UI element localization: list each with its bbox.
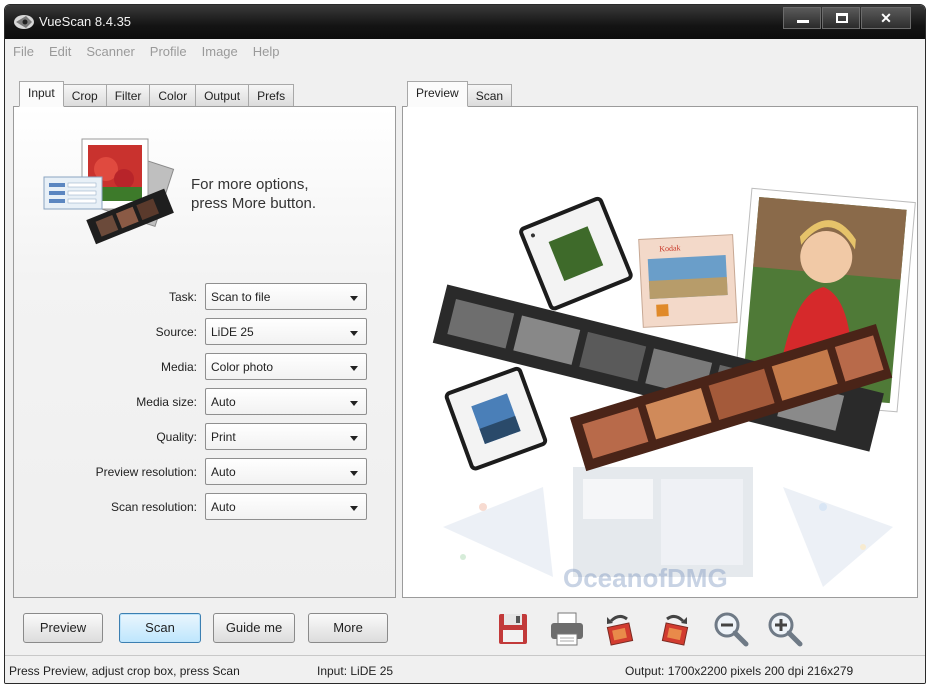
chevron-down-icon — [350, 471, 358, 476]
tab-output[interactable]: Output — [195, 84, 250, 106]
tab-crop[interactable]: Crop — [62, 84, 107, 106]
preview-resolution-label: Preview resolution: — [95, 465, 197, 479]
print-icon[interactable] — [547, 609, 587, 649]
maximize-icon — [836, 13, 848, 23]
rotate-left-icon[interactable] — [599, 609, 639, 649]
rotate-right-icon[interactable] — [655, 609, 695, 649]
chevron-down-icon — [350, 331, 358, 336]
chevron-down-icon — [350, 401, 358, 406]
source-select[interactable]: LiDE 25 — [205, 318, 367, 345]
zoom-in-icon[interactable] — [765, 609, 805, 649]
scan-resolution-select[interactable]: Auto — [205, 493, 367, 520]
tab-preview[interactable]: Preview — [407, 81, 468, 107]
more-options-hint: For more options, press More button. — [191, 175, 316, 213]
close-button[interactable]: ✕ — [861, 7, 911, 29]
chevron-down-icon — [350, 296, 358, 301]
more-button[interactable]: More — [308, 613, 388, 643]
media-row: Media: Color photo — [14, 353, 397, 381]
media-size-value: Auto — [211, 395, 236, 409]
slide-venice — [444, 366, 548, 471]
right-tab-strip: Preview Scan — [407, 81, 513, 107]
tab-prefs[interactable]: Prefs — [248, 84, 295, 106]
menu-edit[interactable]: Edit — [49, 39, 71, 65]
chevron-down-icon — [350, 506, 358, 511]
watermark-text: OceanofDMG — [563, 563, 728, 593]
hint-line-1: For more options, — [191, 176, 309, 193]
tab-scan[interactable]: Scan — [466, 84, 513, 106]
task-select[interactable]: Scan to file — [205, 283, 367, 310]
slide-forest — [519, 196, 633, 311]
media-value: Color photo — [211, 360, 274, 374]
scan-resolution-row: Scan resolution: Auto — [14, 493, 397, 521]
task-label: Task: — [168, 290, 197, 304]
app-window: VueScan 8.4.35 ✕ File Edit Scanner Profi… — [4, 4, 926, 684]
preview-resolution-row: Preview resolution: Auto — [14, 458, 397, 486]
maximize-button[interactable] — [822, 7, 860, 29]
window-title: VueScan 8.4.35 — [39, 14, 132, 29]
status-input: Input: LiDE 25 — [317, 664, 394, 678]
zoom-out-icon[interactable] — [711, 609, 751, 649]
status-hint: Press Preview, adjust crop box, press Sc… — [9, 664, 240, 678]
source-label: Source: — [155, 325, 197, 339]
preview-resolution-value: Auto — [211, 465, 236, 479]
media-size-select[interactable]: Auto — [205, 388, 367, 415]
minimize-button[interactable] — [783, 7, 821, 29]
scan-resolution-value: Auto — [211, 500, 236, 514]
menu-bar: File Edit Scanner Profile Image Help — [5, 39, 925, 65]
save-icon[interactable] — [493, 609, 533, 649]
media-size-row: Media size: Auto — [14, 388, 397, 416]
preview-image: Kodak OceanofDMG — [432, 187, 916, 593]
preview-button[interactable]: Preview — [23, 613, 103, 643]
preview-resolution-select[interactable]: Auto — [205, 458, 367, 485]
task-value: Scan to file — [211, 290, 271, 304]
input-panel: For more options, press More button. Tas… — [13, 106, 396, 598]
media-select[interactable]: Color photo — [205, 353, 367, 380]
chevron-down-icon — [350, 436, 358, 441]
guide-me-button[interactable]: Guide me — [213, 613, 295, 643]
title-bar[interactable]: VueScan 8.4.35 ✕ — [5, 5, 925, 39]
task-row: Task: Scan to file — [14, 283, 397, 311]
menu-image[interactable]: Image — [202, 39, 238, 65]
media-size-label: Media size: — [136, 395, 197, 409]
status-output: Output: 1700x2200 pixels 200 dpi 216x279 — [625, 664, 854, 678]
hint-line-2: press More button. — [191, 195, 317, 212]
scan-resolution-label: Scan resolution: — [110, 500, 197, 514]
source-row: Source: LiDE 25 — [14, 318, 397, 346]
menu-profile[interactable]: Profile — [150, 39, 187, 65]
quality-label: Quality: — [156, 430, 197, 444]
minimize-icon — [797, 20, 809, 23]
menu-file[interactable]: File — [13, 39, 34, 65]
tab-filter[interactable]: Filter — [105, 84, 151, 106]
source-value: LiDE 25 — [211, 325, 254, 339]
tab-input[interactable]: Input — [19, 81, 64, 107]
scan-button[interactable]: Scan — [119, 613, 201, 643]
tab-color[interactable]: Color — [149, 84, 197, 106]
quality-select[interactable]: Print — [205, 423, 367, 450]
media-label: Media: — [160, 360, 197, 374]
close-icon: ✕ — [880, 10, 892, 26]
preview-panel[interactable]: Kodak OceanofDMG — [402, 106, 918, 598]
postcard-photo: Kodak — [638, 234, 738, 328]
status-bar: Press Preview, adjust crop box, press Sc… — [5, 655, 925, 683]
quality-value: Print — [211, 430, 236, 444]
left-tab-strip: Input Crop Filter Color Output Prefs — [19, 81, 295, 107]
menu-scanner[interactable]: Scanner — [86, 39, 134, 65]
vuescan-logo-icon — [14, 15, 34, 29]
chevron-down-icon — [350, 366, 358, 371]
svg-text:Kodak: Kodak — [659, 243, 681, 253]
media-options-illustration — [43, 138, 175, 245]
menu-help[interactable]: Help — [253, 39, 280, 65]
quality-row: Quality: Print — [14, 423, 397, 451]
